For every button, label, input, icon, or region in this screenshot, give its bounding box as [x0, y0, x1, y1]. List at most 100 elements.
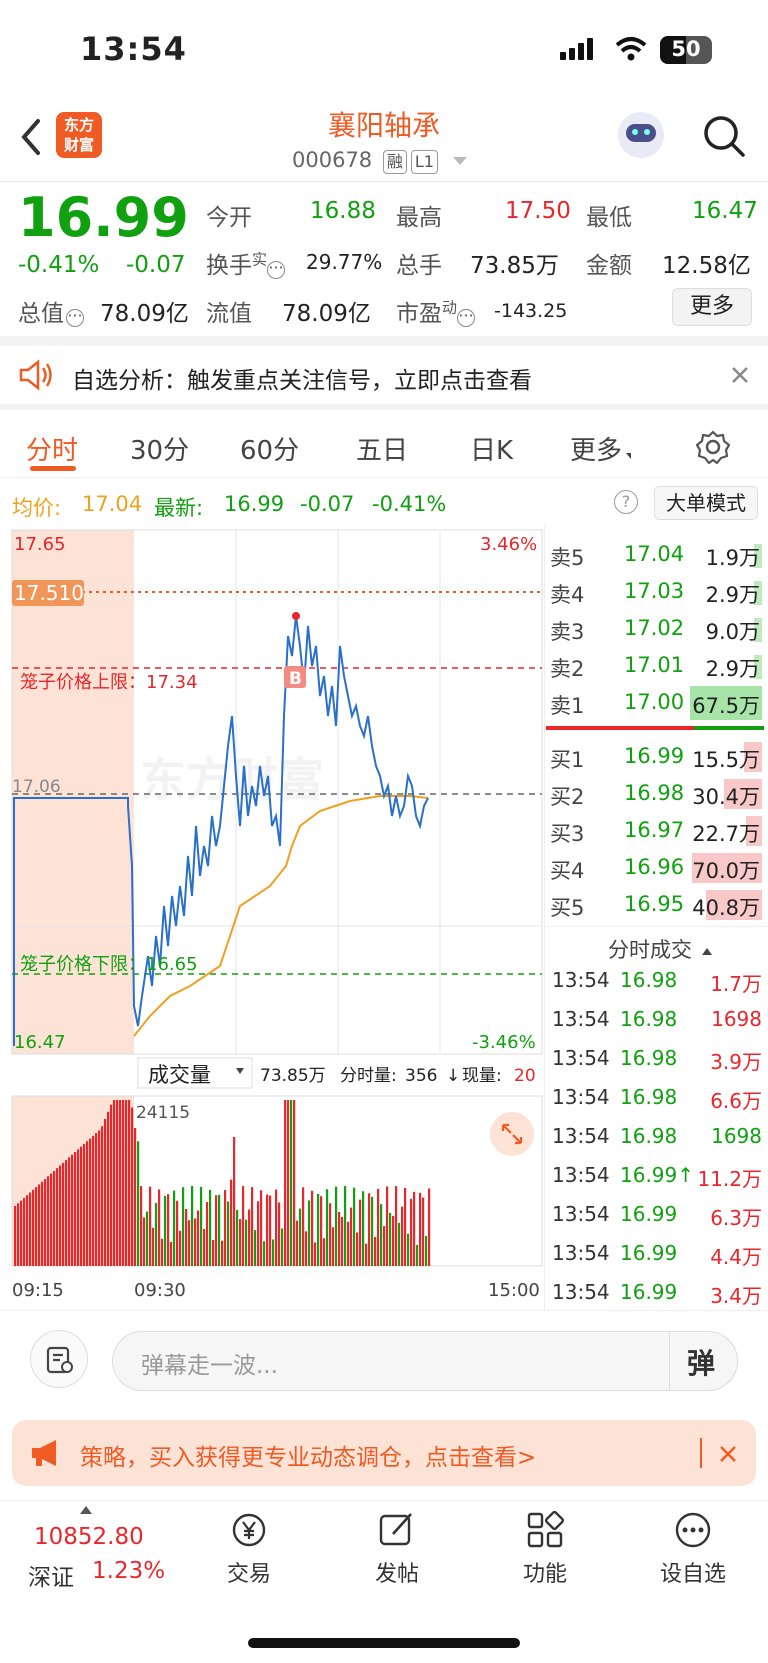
ask-row[interactable]: 卖3 17.02 9.0万 — [550, 612, 762, 648]
ask-row[interactable]: 卖4 17.03 2.9万 — [550, 575, 762, 611]
expand-button[interactable] — [490, 1112, 534, 1156]
bid-row[interactable]: 买5 16.95 40.8万 — [550, 888, 762, 924]
bid-row[interactable]: 买2 16.98 30.4万 — [550, 777, 762, 813]
volume-bar — [272, 1239, 275, 1266]
tab-5day[interactable]: 五日 — [356, 430, 408, 467]
close-icon[interactable] — [730, 365, 750, 385]
gear-icon[interactable] — [696, 430, 730, 464]
volume-bar — [353, 1187, 356, 1266]
volume-bar — [416, 1244, 419, 1266]
promo-banner[interactable]: 策略，买入获得更专业动态调仓，点击查看> — [12, 1420, 756, 1486]
volume-bar — [131, 1107, 134, 1266]
volume-bar — [314, 1242, 317, 1266]
avg-label: 均价: — [12, 496, 62, 520]
volume-bar — [53, 1170, 56, 1266]
volume-bar — [251, 1187, 254, 1266]
volume-bar — [179, 1230, 182, 1266]
nav-post[interactable]: 发帖 — [352, 1510, 442, 1588]
bid-row[interactable]: 买3 16.97 22.7万 — [550, 814, 762, 850]
robot-avatar[interactable] — [618, 112, 664, 158]
ask-row[interactable]: 卖5 17.04 1.9万 — [550, 538, 762, 574]
compose-button[interactable] — [30, 1330, 88, 1388]
volume-bar — [191, 1186, 194, 1266]
bottom-price-label: 16.47 — [14, 1032, 66, 1053]
volume-bar — [26, 1195, 29, 1266]
change-pct: -0.41% — [18, 252, 100, 278]
trade-time: 13:54 — [552, 1124, 610, 1148]
index-name[interactable]: 深证 — [28, 1558, 74, 1592]
volume-bar — [293, 1100, 296, 1266]
volume-bar — [152, 1227, 155, 1266]
status-time: 13:54 — [80, 30, 187, 68]
volume-bar — [296, 1220, 299, 1266]
ask-price: 17.01 — [624, 653, 685, 677]
trade-price: 16.98 — [620, 1007, 678, 1031]
ask-row[interactable]: 卖2 17.01 2.9万 — [550, 649, 762, 685]
volume-bar — [344, 1186, 347, 1266]
notice-bar[interactable]: 自选分析：触发重点关注信号，立即点击查看 — [0, 345, 768, 405]
bid-price: 16.95 — [624, 892, 685, 916]
volume-bar — [395, 1186, 398, 1266]
search-icon[interactable] — [702, 114, 746, 158]
intraday-chart[interactable]: 东方财富 B 17.65 3.46% 17.510 笼子价格上限：17.34 1… — [0, 526, 545, 1306]
volume-bar — [137, 1141, 140, 1266]
volume-bar — [257, 1201, 260, 1266]
nav-functions[interactable]: 功能 — [500, 1510, 590, 1588]
tab-30min[interactable]: 30分 — [130, 430, 189, 467]
volume-bar — [14, 1206, 17, 1266]
danmu-input[interactable]: 弹幕走一波... 弹 — [112, 1331, 738, 1391]
ask-price: 17.03 — [624, 579, 685, 603]
volume-bar — [326, 1189, 329, 1266]
index-pct[interactable]: 1.23% — [92, 1558, 165, 1584]
tab-60min[interactable]: 60分 — [240, 430, 299, 467]
open-value: 16.88 — [310, 198, 376, 224]
volume-bar — [212, 1240, 215, 1266]
volume-bar — [383, 1226, 386, 1266]
trade-volume: 6.6万 — [710, 1089, 762, 1113]
volume-bar — [71, 1154, 74, 1266]
nav-add-watchlist[interactable]: 设自选 — [648, 1510, 738, 1588]
volume-bar — [182, 1187, 185, 1266]
big-order-mode-button[interactable]: 大单模式 — [654, 486, 758, 520]
volume-bar — [47, 1176, 50, 1266]
index-value[interactable]: 10852.80 — [34, 1524, 144, 1550]
volume-bar — [347, 1221, 350, 1266]
nav-trade[interactable]: 交易 — [204, 1510, 294, 1588]
volume-bar — [224, 1190, 227, 1266]
volume-bar — [428, 1188, 431, 1266]
close-icon[interactable] — [718, 1444, 738, 1464]
tab-more[interactable]: 更多 — [570, 430, 632, 467]
ask-level: 卖1 — [550, 694, 585, 718]
more-dots-icon — [675, 1512, 711, 1548]
help-icon[interactable]: ? — [614, 490, 638, 514]
expand-up-icon[interactable] — [80, 1506, 92, 1514]
volume-bar — [65, 1160, 68, 1266]
ask-volume: 2.9万 — [705, 657, 760, 681]
volume-bar — [194, 1218, 197, 1266]
stock-code: 000678 — [292, 148, 373, 172]
bid-row[interactable]: 买1 16.99 15.5万 — [550, 740, 762, 776]
bid-level: 买1 — [550, 748, 585, 772]
trade-price: 16.98 — [620, 1124, 678, 1148]
tab-intraday[interactable]: 分时 — [26, 430, 78, 467]
stock-code-row[interactable]: 000678 融 L1 — [292, 148, 467, 174]
volume-selector-label: 成交量 — [148, 1063, 211, 1087]
trade-volume: 1.7万 — [710, 972, 762, 996]
volume-bar — [146, 1211, 149, 1266]
volume-bar — [134, 1128, 137, 1266]
ask-price: 17.02 — [624, 616, 685, 640]
volume-bar — [35, 1187, 38, 1266]
volume-bar — [206, 1202, 209, 1266]
danmu-toggle-button[interactable]: 弹 — [687, 1342, 715, 1382]
volume-bar — [365, 1243, 368, 1266]
ask-volume: 2.9万 — [705, 583, 760, 607]
volume-bar — [419, 1192, 422, 1266]
tab-daily-k[interactable]: 日K — [470, 430, 513, 467]
trades-title[interactable]: 分时成交 — [608, 934, 712, 964]
volume-bar — [125, 1100, 128, 1266]
bid-row[interactable]: 买4 16.96 70.0万 — [550, 851, 762, 887]
avg-value: 17.04 — [82, 492, 143, 516]
ask-row[interactable]: 卖1 17.00 67.5万 — [550, 686, 762, 722]
bid-price: 16.99 — [624, 744, 685, 768]
more-button[interactable]: 更多 — [672, 288, 752, 326]
